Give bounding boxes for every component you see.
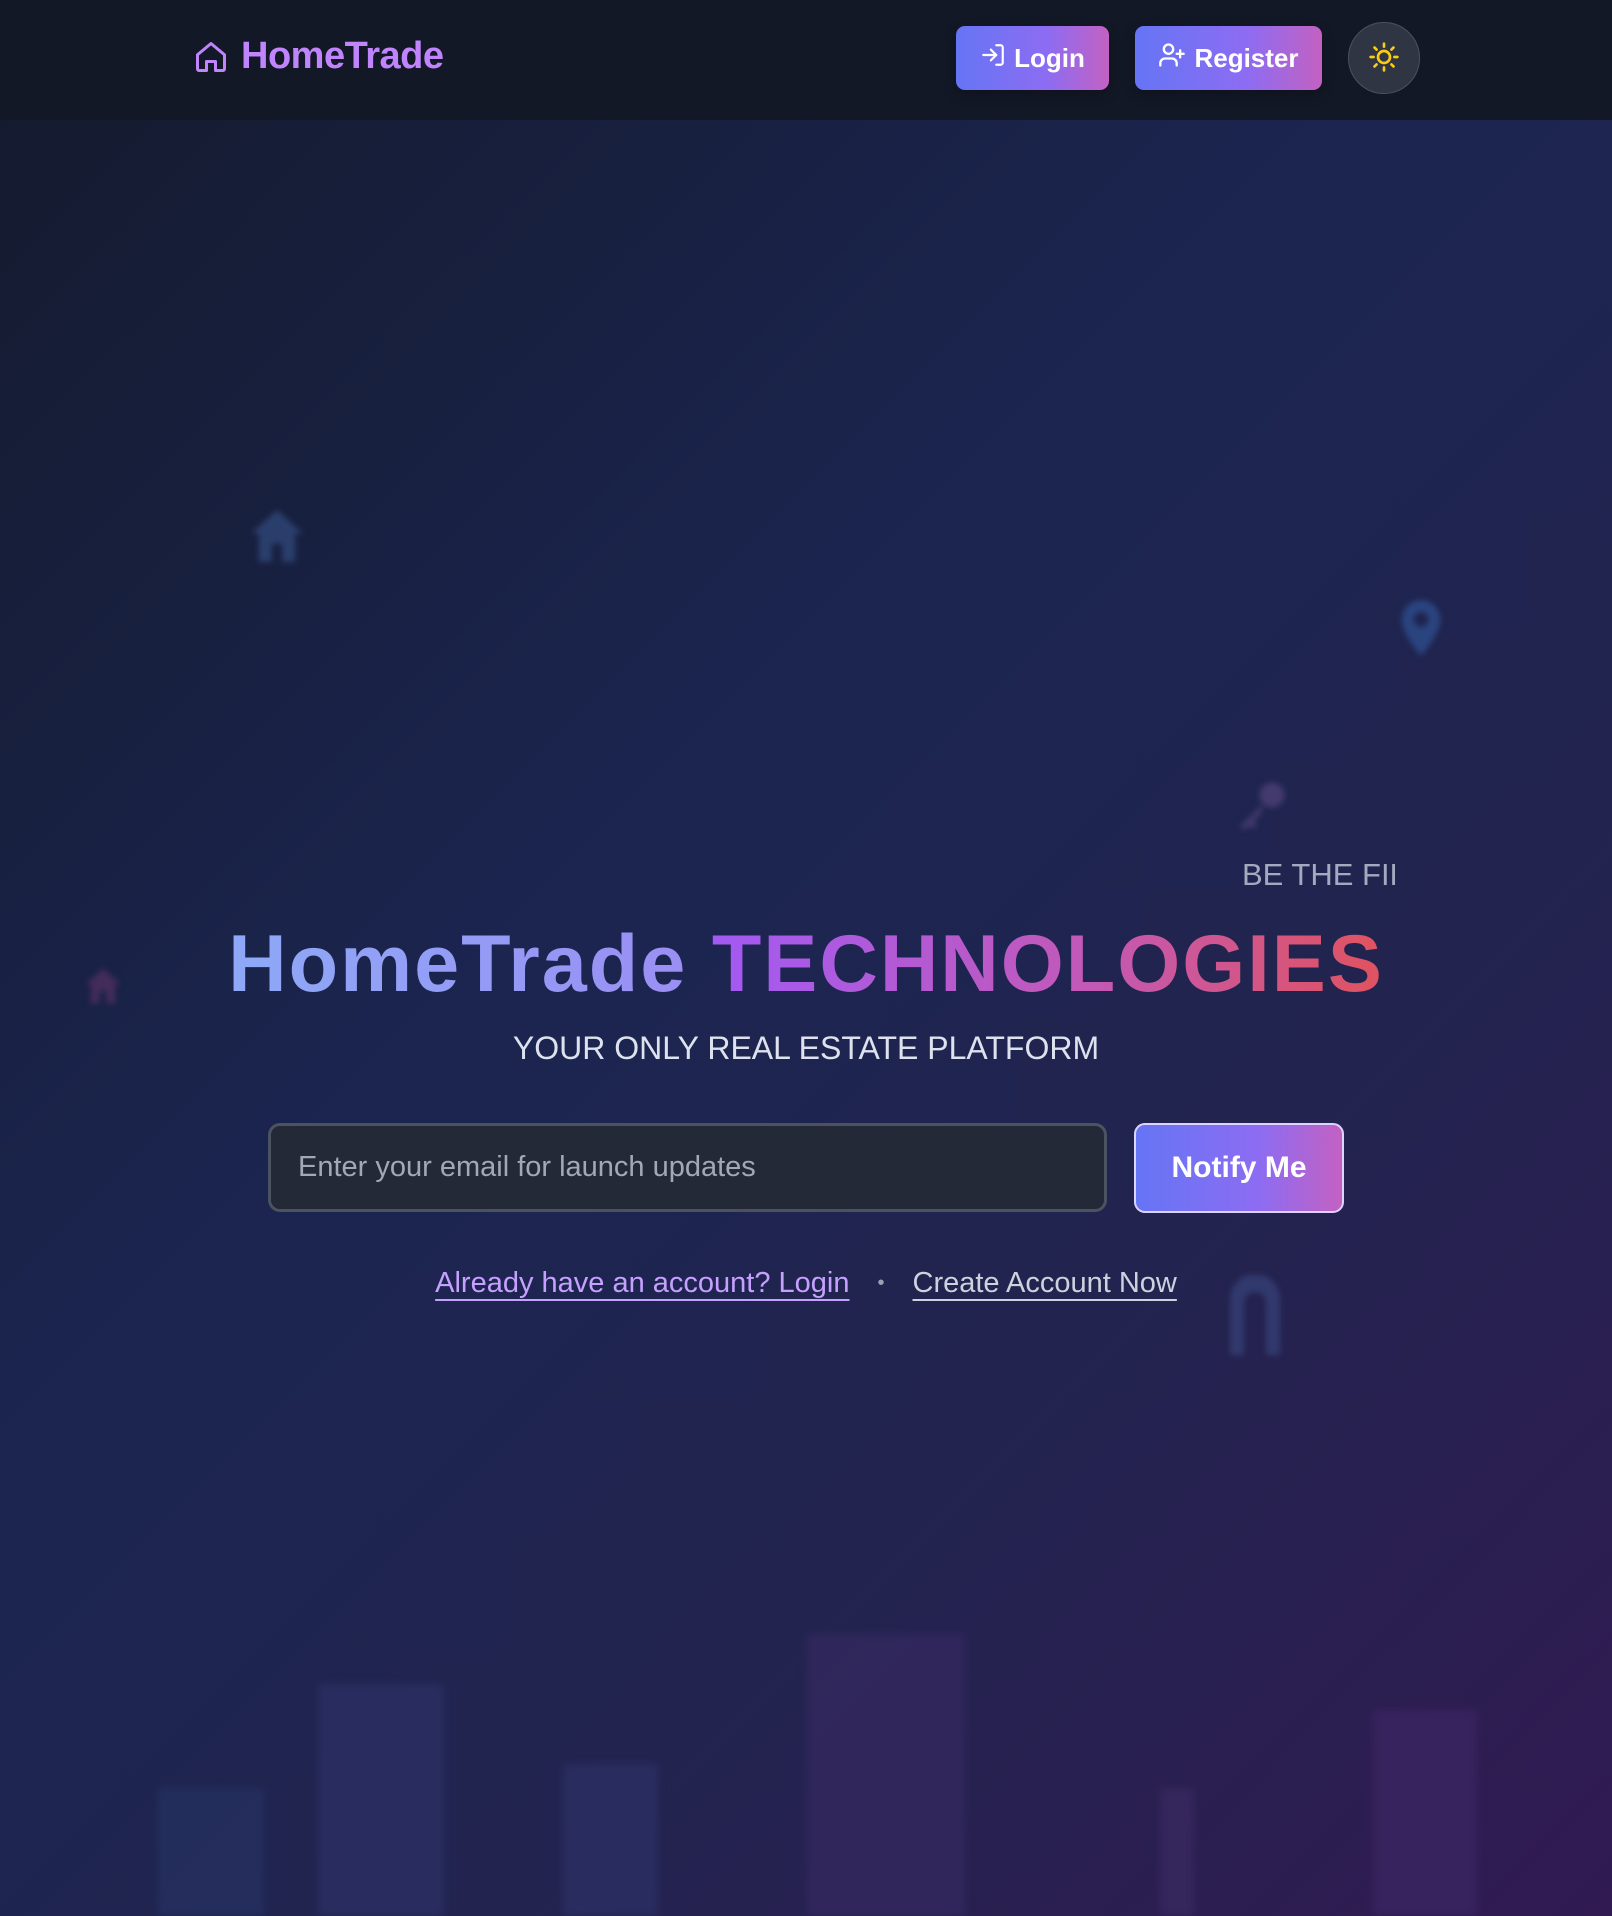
create-account-link[interactable]: Create Account Now [913, 1267, 1177, 1300]
hero-title-brand: HomeTrade [228, 919, 688, 1009]
navbar: HomeTrade Login Register [0, 0, 1612, 120]
theme-toggle-button[interactable] [1348, 22, 1420, 94]
building-silhouette [807, 1634, 965, 1916]
building-silhouette [563, 1764, 658, 1916]
hero-title: HomeTrade TECHNOLOGIES [0, 918, 1612, 1011]
home-icon [193, 39, 229, 75]
login-link[interactable]: Already have an account? Login [435, 1267, 849, 1300]
map-pin-icon [1395, 598, 1447, 663]
house-icon [246, 505, 308, 572]
email-input[interactable] [268, 1123, 1107, 1212]
building-silhouette [1160, 1788, 1194, 1916]
login-button[interactable]: Login [956, 26, 1109, 90]
announcement-ticker: BE THE FIRST [1242, 857, 1395, 892]
login-button-label: Login [1014, 42, 1085, 73]
hero-title-technologies: TECHNOLOGIES [711, 919, 1384, 1009]
key-icon [1232, 775, 1292, 840]
register-button[interactable]: Register [1135, 26, 1322, 90]
hero-subtitle: YOUR ONLY REAL ESTATE PLATFORM [512, 1030, 1100, 1066]
user-plus-icon [1158, 41, 1186, 76]
building-silhouette [158, 1788, 264, 1916]
sun-icon [1368, 41, 1400, 76]
register-button-label: Register [1194, 42, 1299, 73]
building-silhouette [318, 1684, 444, 1916]
login-arrow-icon [980, 42, 1006, 75]
building-silhouette [1373, 1710, 1477, 1916]
brand-name: HomeTrade [241, 35, 444, 77]
brand-logo[interactable]: HomeTrade [193, 35, 444, 78]
auth-links: Already have an account? Login • Create … [0, 1267, 1612, 1300]
notify-me-button[interactable]: Notify Me [1134, 1123, 1344, 1213]
link-separator: • [877, 1272, 885, 1294]
